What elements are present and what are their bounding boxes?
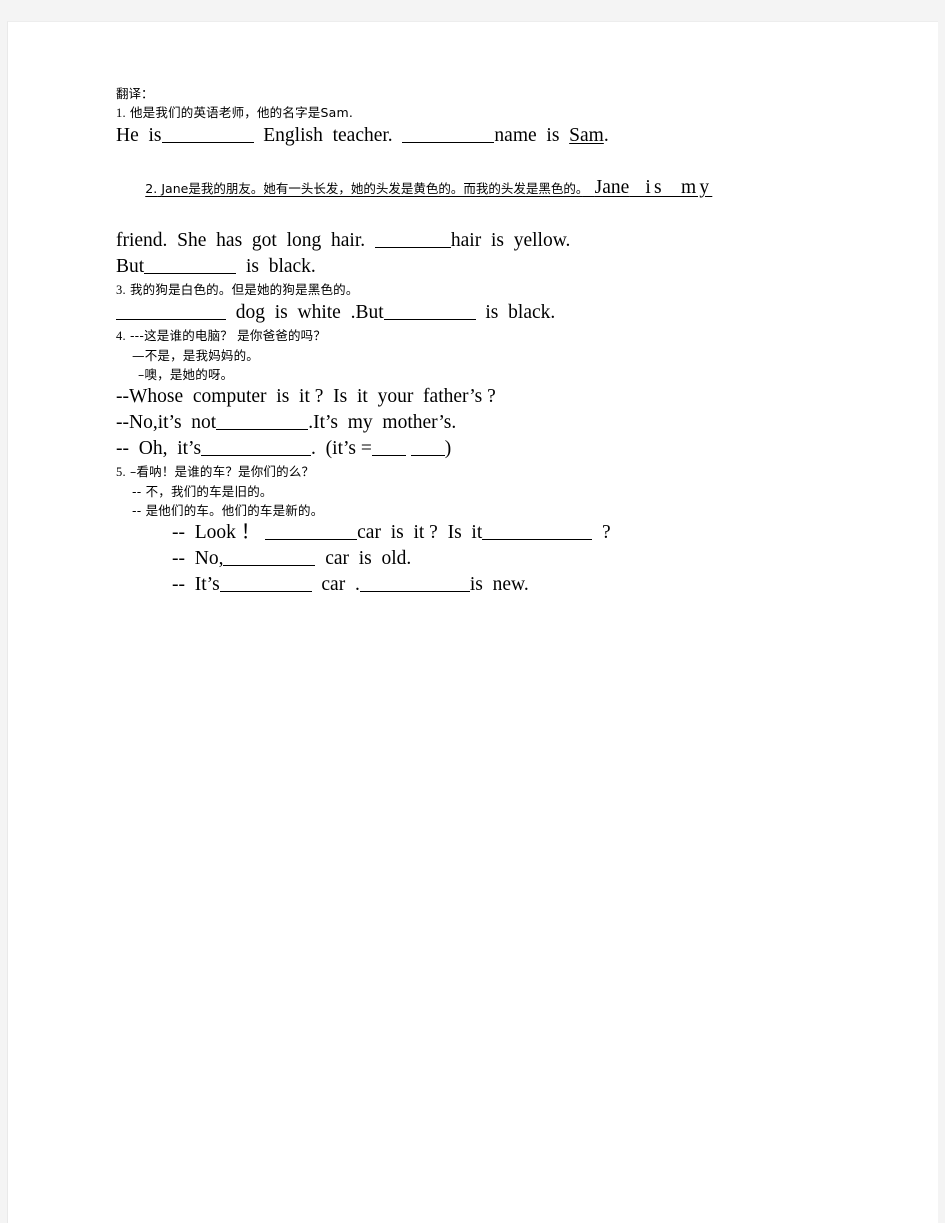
item-5-chinese-line-3: -- 是他们的车。他们的车是新的。 [132,503,324,518]
item-2-answer-line-1: friend. She has got long hair. hair is y… [116,228,916,254]
answer-blank[interactable] [482,520,593,540]
answer-blank[interactable] [161,123,254,143]
sentence-text: is black. [236,256,316,277]
sentence-text: . (it’s = [311,438,372,459]
sentence-text: car . [311,574,360,595]
item-5-chinese-line-1: 5. –看呐！是谁的车？是你们的么？ [116,462,916,482]
item-4-answer-line-3: -- Oh, it’s . (it’s = ) [116,436,916,462]
item-4-answer-line-1: --Whose computer is it ? Is it your fath… [116,384,916,410]
item-5-answer-line-3: -- It’s car . is new. [116,572,916,598]
item-1-number: 1. [116,106,126,120]
item-2-chinese-text: Jane是我的朋友。她有一头长发，她的头发是黄色的。而我的头发是黑色的。 [161,181,583,196]
answer-blank[interactable] [219,572,312,592]
answer-blank[interactable] [359,572,470,592]
item-3-number: 3. [116,283,126,297]
sentence-text: But [116,256,145,277]
item-5-chinese-text-1: –看呐！是谁的车？是你们的么？ [129,464,315,479]
sentence-text: .It’s my mother’s. [308,412,457,433]
item-4-chinese-line-3: –噢，是她的呀。 [138,367,234,382]
answer-blank[interactable] [216,410,309,430]
item-3-chinese: 3. 我的狗是白色的。但是她的狗是黑色的。 [116,280,916,300]
item-4-number: 4. [116,329,126,343]
item-5-answer-line-1: -- Look ！ car is it ? Is it ? [116,520,916,546]
item-4-answer-line-2: --No,it’s not .It’s my mother’s. [116,410,916,436]
underlined-answer: Sam [569,125,604,146]
answer-blank[interactable] [144,254,237,274]
sentence-text: He is [116,125,162,146]
sentence-text: ? [592,522,611,543]
sentence-text: -- Look ！ [172,522,266,543]
sentence-text: English teacher. [253,125,403,146]
sentence-text: . [603,125,609,146]
item-2-chinese-underlined: 2. Jane是我的朋友。她有一头长发，她的头发是黄色的。而我的头发是黑色的。 … [145,177,712,198]
item-5-chinese-line-2: -- 不，我们的车是旧的。 [132,484,273,499]
answer-blank[interactable] [383,300,476,320]
item-2-trailing-english: Jane is my [595,177,713,198]
sentence-text: -- It’s [172,574,220,595]
item-1-answer-line: He is English teacher. name is Sam. [116,123,916,149]
item-5-answer-line-2: -- No, car is old. [116,546,916,572]
sentence-text: is black. [475,302,556,323]
item-2-number: 2. [145,181,158,196]
item-5-number: 5. [116,465,126,479]
sentence-text: --Whose computer is it ? Is it your fath… [116,386,496,407]
item-4-chinese-line-2: —不是，是我妈妈的。 [132,348,260,363]
sentence-text: hair is yellow. [450,230,571,251]
underlined-answer: Jane [594,177,630,198]
sentence-text: friend. She has got long hair. [116,230,375,251]
sentence-text: dog is white .But [226,302,384,323]
answer-blank[interactable] [410,436,445,456]
answer-blank[interactable] [223,546,316,566]
sentence-text: -- Oh, it’s [116,438,202,459]
sentence-text: is new. [469,574,529,595]
item-4-chinese-line-1: 4. ---这是谁的电脑？ 是你爸爸的吗？ [116,326,916,346]
answer-blank[interactable] [201,436,312,456]
sentence-text: is my [629,177,713,198]
item-2-answer-line-2: But is black. [116,254,916,280]
page-title: 翻译： [116,86,154,101]
sentence-text: --No,it’s not [116,412,217,433]
item-3-answer-line: dog is white .But is black. [116,300,916,326]
item-1-chinese: 1. 他是我们的英语老师，他的名字是Sam. [116,103,916,123]
answer-blank[interactable] [116,300,226,320]
item-1-chinese-text: 他是我们的英语老师，他的名字是Sam. [129,105,354,120]
item-4-chinese-text-1: ---这是谁的电脑？ 是你爸爸的吗？ [129,328,327,343]
answer-blank[interactable] [371,436,406,456]
answer-blank[interactable] [374,228,451,248]
answer-blank[interactable] [265,520,358,540]
sentence-text: car is old. [315,548,412,569]
sentence-text: -- No, [172,548,224,569]
item-3-chinese-text: 我的狗是白色的。但是她的狗是黑色的。 [129,282,359,297]
sentence-text: name is [494,125,570,146]
document-body: 翻译： 1. 他是我们的英语老师，他的名字是Sam. He is English… [116,84,916,598]
document-page: 翻译： 1. 他是我们的英语老师，他的名字是Sam. He is English… [7,21,938,1223]
item-2-chinese-row: 2. Jane是我的朋友。她有一头长发，她的头发是黄色的。而我的头发是黑色的。 … [116,149,916,228]
sentence-text: ) [444,438,452,459]
answer-blank[interactable] [402,123,495,143]
sentence-text: car is it ? Is it [357,522,483,543]
